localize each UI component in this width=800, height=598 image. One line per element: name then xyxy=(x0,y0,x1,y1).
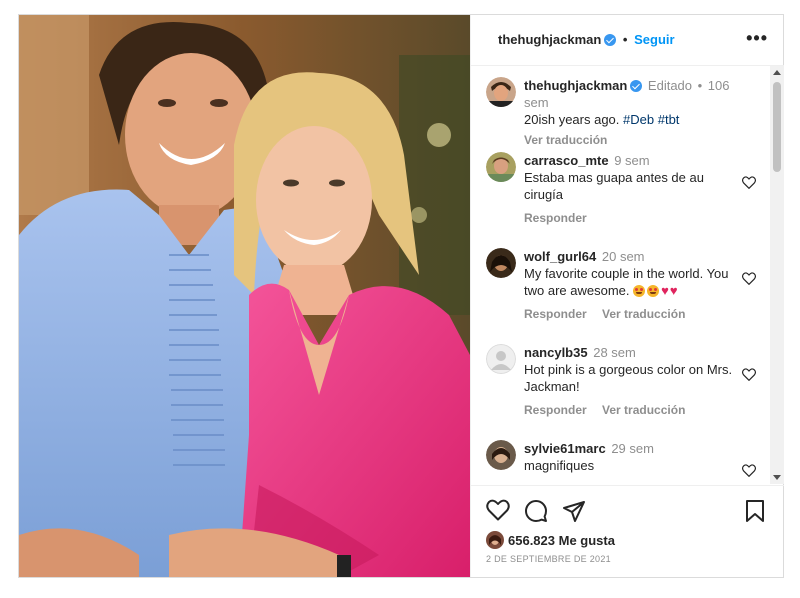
emoji-group: ♥♥ xyxy=(633,283,678,298)
scroll-down-arrow-icon[interactable] xyxy=(773,475,781,480)
avatar[interactable] xyxy=(486,152,516,182)
action-bar: 656.823 Me gusta 2 DE SEPTIEMBRE DE 2021 xyxy=(471,485,784,578)
comment-body: wolf_gurl64 20 sem My favorite couple in… xyxy=(524,248,744,323)
comment-body: nancylb35 28 sem Hot pink is a gorgeous … xyxy=(524,344,744,419)
comment-username[interactable]: wolf_gurl64 xyxy=(524,249,596,264)
post-header: thehughjackman • Seguir ••• xyxy=(471,15,784,66)
header-username[interactable]: thehughjackman xyxy=(498,32,601,47)
post-photo[interactable] xyxy=(19,15,470,577)
caption-hashtags[interactable]: #Deb #tbt xyxy=(623,112,679,127)
star-struck-emoji-icon xyxy=(633,285,646,297)
comment-age: 20 sem xyxy=(601,249,645,264)
send-icon[interactable] xyxy=(562,499,586,523)
avatar[interactable] xyxy=(486,344,516,374)
header-author: thehughjackman • Seguir xyxy=(498,32,675,47)
avatar[interactable] xyxy=(486,248,516,278)
comment-body: carrasco_mte 9 sem Estaba mas guapa ante… xyxy=(524,152,744,227)
like-comment-heart-icon[interactable] xyxy=(742,368,756,381)
post-date: 2 DE SEPTIEMBRE DE 2021 xyxy=(486,554,611,564)
like-comment-heart-icon[interactable] xyxy=(742,176,756,189)
caption-edited: Editado xyxy=(647,78,693,93)
comment-body: sylvie61marc 29 sem magnifiques xyxy=(524,440,744,474)
red-heart-emoji-icon: ♥ xyxy=(669,283,678,298)
comments-scrollbar[interactable] xyxy=(770,66,784,484)
likes-summary[interactable]: 656.823 Me gusta xyxy=(486,531,615,549)
comment-age: 28 sem xyxy=(593,345,636,360)
scroll-up-arrow-icon[interactable] xyxy=(773,70,781,75)
comment-actions: Responder Ver traducción xyxy=(524,306,744,323)
liker-avatar xyxy=(486,531,504,549)
comment-icon[interactable] xyxy=(524,499,548,523)
instagram-post: thehughjackman • Seguir ••• thehughjackm… xyxy=(18,14,784,578)
post-sidebar: thehughjackman • Seguir ••• thehughjackm… xyxy=(470,15,784,577)
comment-text: magnifiques xyxy=(524,458,595,473)
red-heart-emoji-icon: ♥ xyxy=(661,283,669,298)
more-options-icon[interactable]: ••• xyxy=(746,28,768,49)
translate-link[interactable]: Ver traducción xyxy=(602,307,685,321)
comment-item: sylvie61marc 29 sem magnifiques xyxy=(486,440,766,484)
translate-link[interactable]: Ver traducción xyxy=(602,403,685,417)
translate-link[interactable]: Ver traducción xyxy=(524,133,607,147)
caption-actions: Ver traducción xyxy=(524,132,744,149)
avatar[interactable] xyxy=(486,77,516,107)
heart-icon[interactable] xyxy=(486,499,510,521)
star-struck-emoji-icon xyxy=(647,285,660,297)
action-icons xyxy=(486,499,771,525)
caption: thehughjackman Editado • 106 sem 20ish y… xyxy=(486,77,766,147)
comment-item: carrasco_mte 9 sem Estaba mas guapa ante… xyxy=(486,152,766,232)
comment-username[interactable]: nancylb35 xyxy=(524,345,588,360)
reply-link[interactable]: Responder xyxy=(524,307,587,321)
like-comment-heart-icon[interactable] xyxy=(742,272,756,285)
likes-count: 656.823 xyxy=(508,533,555,548)
comments-list[interactable]: thehughjackman Editado • 106 sem 20ish y… xyxy=(471,66,784,484)
comment-text: Hot pink is a gorgeous color on Mrs. Jac… xyxy=(524,362,733,394)
comment-age: 9 sem xyxy=(614,153,650,168)
avatar[interactable] xyxy=(486,440,516,470)
likes-label: Me gusta xyxy=(558,533,615,548)
comment-actions: Responder Ver traducción xyxy=(524,402,744,419)
comment-actions: Responder xyxy=(524,210,744,227)
reply-link[interactable]: Responder xyxy=(524,403,587,417)
caption-text: 20ish years ago. xyxy=(524,112,620,127)
like-comment-heart-icon[interactable] xyxy=(742,464,756,477)
verified-badge-icon xyxy=(630,80,643,92)
caption-username[interactable]: thehughjackman xyxy=(524,78,627,93)
caption-body: thehughjackman Editado • 106 sem 20ish y… xyxy=(524,77,744,149)
bookmark-icon[interactable] xyxy=(744,499,766,523)
comment-username[interactable]: sylvie61marc xyxy=(524,441,606,456)
follow-button[interactable]: Seguir xyxy=(634,32,674,47)
comment-text: My favorite couple in the world. You two… xyxy=(524,266,729,298)
separator-dot: • xyxy=(622,32,628,47)
comment-item: nancylb35 28 sem Hot pink is a gorgeous … xyxy=(486,344,766,424)
comment-username[interactable]: carrasco_mte xyxy=(524,153,609,168)
reply-link[interactable]: Responder xyxy=(524,211,587,225)
comment-age: 29 sem xyxy=(611,441,654,456)
verified-badge-icon xyxy=(604,34,617,46)
comment-text: Estaba mas guapa antes de au cirugía xyxy=(524,170,704,202)
scrollbar-thumb[interactable] xyxy=(773,82,781,172)
comment-item: wolf_gurl64 20 sem My favorite couple in… xyxy=(486,248,766,328)
